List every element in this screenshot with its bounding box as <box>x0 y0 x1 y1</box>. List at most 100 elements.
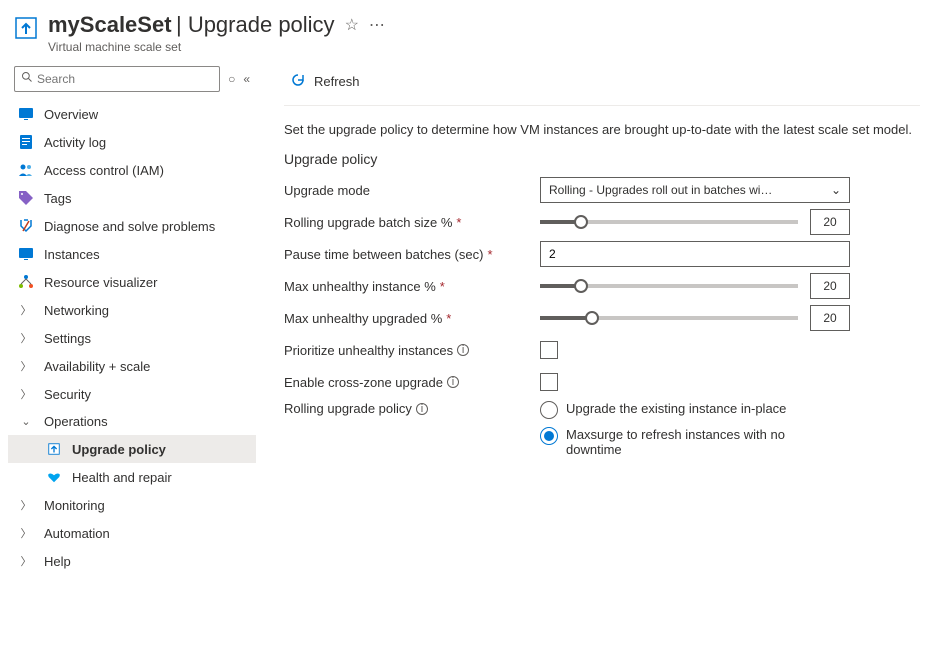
sidebar-item-security[interactable]: 〉 Security <box>8 380 256 408</box>
intro-text: Set the upgrade policy to determine how … <box>284 106 920 151</box>
sidebar-search[interactable] <box>14 66 220 92</box>
chevron-right-icon: 〉 <box>18 330 34 346</box>
sidebar: ○ « Overview Activity log Access control… <box>0 62 264 575</box>
nav-label: Operations <box>44 414 108 429</box>
main-content: Refresh Set the upgrade policy to determ… <box>264 62 940 575</box>
max-unhealthy-upgraded-label: Max unhealthy upgraded % * <box>284 311 540 326</box>
sidebar-item-settings[interactable]: 〉 Settings <box>8 324 256 352</box>
chevron-down-icon: ⌄ <box>831 183 841 197</box>
radio-label: Maxsurge to refresh instances with no do… <box>566 427 840 457</box>
diagnose-icon <box>18 218 34 234</box>
sidebar-item-operations[interactable]: ⌄ Operations <box>8 408 256 435</box>
resource-visualizer-icon <box>18 274 34 290</box>
toolbar: Refresh <box>284 62 920 106</box>
nav-label: Upgrade policy <box>72 442 166 457</box>
nav-label: Overview <box>44 107 98 122</box>
activity-log-icon <box>18 134 34 150</box>
nav-label: Activity log <box>44 135 106 150</box>
sidebar-item-activity-log[interactable]: Activity log <box>8 128 256 156</box>
nav-label: Health and repair <box>72 470 172 485</box>
radio-icon <box>540 401 558 419</box>
chevron-right-icon: 〉 <box>18 525 34 541</box>
radio-icon <box>540 427 558 445</box>
sidebar-item-resource-visualizer[interactable]: Resource visualizer <box>8 268 256 296</box>
nav-label: Automation <box>44 526 110 541</box>
max-unhealthy-instance-slider[interactable] <box>540 284 798 288</box>
upgrade-policy-icon <box>46 441 62 457</box>
nav-label: Tags <box>44 191 71 206</box>
nav-label: Help <box>44 554 71 569</box>
sidebar-item-monitoring[interactable]: 〉 Monitoring <box>8 491 256 519</box>
instances-icon <box>18 246 34 262</box>
chevron-down-icon: ⌄ <box>18 415 34 428</box>
search-input[interactable] <box>37 72 213 86</box>
nav-label: Availability + scale <box>44 359 150 374</box>
sidebar-item-upgrade-policy[interactable]: Upgrade policy <box>8 435 256 463</box>
max-unhealthy-upgraded-value[interactable]: 20 <box>810 305 850 331</box>
sidebar-item-help[interactable]: 〉 Help <box>8 547 256 575</box>
nav-label: Monitoring <box>44 498 105 513</box>
batch-size-value[interactable]: 20 <box>810 209 850 235</box>
page-title: myScaleSet | Upgrade policy <box>48 12 335 38</box>
radio-maxsurge[interactable]: Maxsurge to refresh instances with no do… <box>540 427 840 457</box>
resource-subtitle: Virtual machine scale set <box>48 40 926 54</box>
slider-thumb[interactable] <box>574 279 588 293</box>
overview-icon <box>18 106 34 122</box>
resource-type-icon <box>14 16 38 40</box>
chevron-right-icon: 〉 <box>18 358 34 374</box>
favorite-star-icon[interactable]: ☆ <box>345 15 359 35</box>
chevron-right-icon: 〉 <box>18 553 34 569</box>
batch-size-slider[interactable] <box>540 220 798 224</box>
sidebar-item-tags[interactable]: Tags <box>8 184 256 212</box>
chevron-right-icon: 〉 <box>18 386 34 402</box>
more-menu-icon[interactable]: ⋯ <box>369 15 385 35</box>
info-icon[interactable]: i <box>457 344 469 356</box>
info-icon[interactable]: i <box>416 403 428 415</box>
sidebar-item-automation[interactable]: 〉 Automation <box>8 519 256 547</box>
batch-size-label: Rolling upgrade batch size % * <box>284 215 540 230</box>
upgrade-mode-dropdown[interactable]: Rolling - Upgrades roll out in batches w… <box>540 177 850 203</box>
nav-label: Networking <box>44 303 109 318</box>
section-title: Upgrade policy <box>284 151 920 167</box>
sidebar-item-access-control[interactable]: Access control (IAM) <box>8 156 256 184</box>
pin-icon[interactable]: ○ <box>228 72 235 86</box>
resource-name: myScaleSet <box>48 12 172 37</box>
page-header: myScaleSet | Upgrade policy ☆ ⋯ Virtual … <box>0 0 940 62</box>
max-unhealthy-instance-value[interactable]: 20 <box>810 273 850 299</box>
sidebar-item-networking[interactable]: 〉 Networking <box>8 296 256 324</box>
nav-label: Settings <box>44 331 91 346</box>
radio-inplace[interactable]: Upgrade the existing instance in-place <box>540 401 840 419</box>
refresh-button[interactable]: Refresh <box>284 68 366 95</box>
refresh-label: Refresh <box>314 74 360 89</box>
radio-label: Upgrade the existing instance in-place <box>566 401 786 416</box>
pause-time-label: Pause time between batches (sec) * <box>284 247 540 262</box>
search-icon <box>21 70 33 88</box>
rolling-policy-label: Rolling upgrade policy i <box>284 401 540 416</box>
health-repair-icon <box>46 469 62 485</box>
sidebar-item-instances[interactable]: Instances <box>8 240 256 268</box>
collapse-sidebar-icon[interactable]: « <box>243 72 250 86</box>
info-icon[interactable]: i <box>447 376 459 388</box>
sidebar-item-overview[interactable]: Overview <box>8 100 256 128</box>
sidebar-item-health-repair[interactable]: Health and repair <box>8 463 256 491</box>
nav-label: Access control (IAM) <box>44 163 164 178</box>
max-unhealthy-instance-label: Max unhealthy instance % * <box>284 279 540 294</box>
sidebar-item-diagnose[interactable]: Diagnose and solve problems <box>8 212 256 240</box>
tags-icon <box>18 190 34 206</box>
chevron-right-icon: 〉 <box>18 497 34 513</box>
nav-label: Instances <box>44 247 100 262</box>
pause-time-input[interactable] <box>540 241 850 267</box>
upgrade-mode-label: Upgrade mode <box>284 183 540 198</box>
prioritize-unhealthy-checkbox[interactable] <box>540 341 558 359</box>
refresh-icon <box>290 72 306 91</box>
nav-label: Diagnose and solve problems <box>44 219 215 234</box>
chevron-right-icon: 〉 <box>18 302 34 318</box>
section-name: Upgrade policy <box>188 12 335 37</box>
nav-label: Security <box>44 387 91 402</box>
max-unhealthy-upgraded-slider[interactable] <box>540 316 798 320</box>
slider-thumb[interactable] <box>574 215 588 229</box>
dropdown-value: Rolling - Upgrades roll out in batches w… <box>549 183 772 197</box>
slider-thumb[interactable] <box>585 311 599 325</box>
sidebar-item-availability[interactable]: 〉 Availability + scale <box>8 352 256 380</box>
enable-cross-zone-checkbox[interactable] <box>540 373 558 391</box>
